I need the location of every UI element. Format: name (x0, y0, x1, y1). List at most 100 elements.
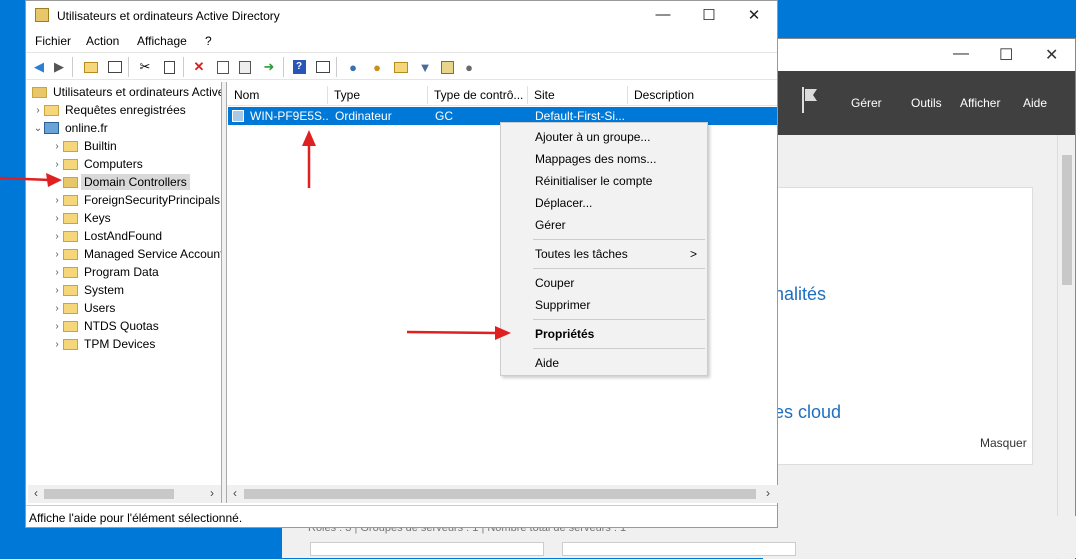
delete-icon[interactable]: ✕ (190, 58, 208, 76)
forward-arrow-icon[interactable]: ▶ (50, 58, 68, 76)
ctx-item-help[interactable]: Aide (535, 356, 559, 370)
cell-site: Default-First-Si... (535, 109, 626, 123)
tree-scroll-thumb[interactable] (44, 489, 174, 499)
filter-icon[interactable]: ▼ (416, 58, 434, 76)
sm-minimize-button[interactable]: — (953, 45, 969, 63)
sm-menu-help[interactable]: Aide (1023, 96, 1047, 110)
sm-hide-link[interactable]: Masquer (980, 436, 1027, 450)
tree-root[interactable]: Utilisateurs et ordinateurs Active (32, 83, 222, 101)
tree-item-managed-service-accounts[interactable]: › Managed Service Accounts (51, 245, 221, 263)
tree-label: Builtin (84, 139, 117, 153)
sm-scrollbar-thumb[interactable] (1062, 155, 1072, 285)
scroll-left-icon[interactable]: ‹ (28, 486, 44, 500)
tree-item-program-data[interactable]: › Program Data (51, 263, 221, 281)
ctx-item-name-mappings[interactable]: Mappages des noms... (535, 152, 656, 166)
back-arrow-icon[interactable]: ◀ (30, 58, 48, 76)
ctx-item-move[interactable]: Déplacer... (535, 196, 592, 210)
sm-scrollbar[interactable] (1057, 135, 1075, 559)
column-header-dc-type[interactable]: Type de contrô... (434, 88, 523, 102)
user-icon[interactable]: ● (344, 58, 362, 76)
list-hscrollbar[interactable]: ‹ › (227, 485, 778, 503)
column-divider[interactable] (427, 86, 428, 104)
tree-item-system[interactable]: › System (51, 281, 221, 299)
chevron-right-icon[interactable]: › (51, 285, 63, 296)
chevron-right-icon[interactable]: › (51, 339, 63, 350)
ctx-item-cut[interactable]: Couper (535, 276, 574, 290)
tree-item-ntds-quotas[interactable]: › NTDS Quotas (51, 317, 221, 335)
chevron-right-icon[interactable]: › (51, 195, 63, 206)
tree-label: Program Data (84, 265, 159, 279)
chevron-right-icon[interactable]: › (32, 105, 44, 116)
menu-fichier[interactable]: Fichier (35, 34, 71, 48)
menu-affichage[interactable]: Affichage (137, 34, 187, 48)
tree-item-domain-controllers[interactable]: Domain Controllers (51, 173, 221, 191)
chevron-right-icon[interactable]: › (51, 213, 63, 224)
sm-close-button[interactable]: ✕ (1045, 45, 1058, 65)
chevron-right-icon[interactable]: › (51, 159, 63, 170)
menu-action[interactable]: Action (86, 34, 119, 48)
chevron-right-icon[interactable]: › (51, 321, 63, 332)
tree-item-keys[interactable]: › Keys (51, 209, 221, 227)
column-divider[interactable] (627, 86, 628, 104)
menu-help[interactable]: ? (205, 34, 212, 48)
users-icon[interactable]: ● (368, 58, 386, 76)
toolbar-separator (72, 57, 73, 77)
tree-label: Utilisateurs et ordinateurs Active (53, 85, 222, 99)
column-divider[interactable] (327, 86, 328, 104)
tree-item-domain[interactable]: ⌄ online.fr (32, 119, 221, 137)
scroll-right-icon[interactable]: › (760, 486, 776, 500)
column-header-type[interactable]: Type (334, 88, 360, 102)
list-scroll-thumb[interactable] (244, 489, 756, 499)
chevron-right-icon[interactable]: › (51, 231, 63, 242)
chevron-right-icon[interactable]: › (51, 141, 63, 152)
chevron-right-icon[interactable]: › (51, 303, 63, 314)
help-icon[interactable]: ? (290, 58, 308, 76)
column-header-description[interactable]: Description (634, 88, 694, 102)
ctx-item-add-to-group[interactable]: Ajouter à un groupe... (535, 130, 650, 144)
ctx-item-all-tasks[interactable]: Toutes les tâches (535, 247, 628, 261)
chevron-down-icon[interactable]: ⌄ (32, 123, 44, 134)
ctx-item-properties[interactable]: Propriétés (535, 327, 594, 341)
flag-icon[interactable] (801, 87, 819, 113)
column-header-name[interactable]: Nom (234, 88, 259, 102)
maximize-button[interactable]: ☐ (699, 6, 719, 24)
export-icon[interactable]: ➜ (260, 58, 278, 76)
ctx-item-reset-account[interactable]: Réinitialiser le compte (535, 174, 652, 188)
sm-menu-manage[interactable]: Gérer (851, 96, 882, 110)
tree-item-saved-queries[interactable]: › Requêtes enregistrées (32, 101, 221, 119)
close-button[interactable]: ✕ (744, 6, 764, 24)
tree-item-computers[interactable]: › Computers (51, 155, 221, 173)
ctx-item-delete[interactable]: Supprimer (535, 298, 590, 312)
sm-tile-text-cloud[interactable]: es cloud (774, 402, 841, 423)
sm-menu-view[interactable]: Afficher (960, 96, 1000, 110)
column-divider[interactable] (527, 86, 528, 104)
tree-item-users[interactable]: › Users (51, 299, 221, 317)
ctx-item-manage[interactable]: Gérer (535, 218, 566, 232)
view-icon[interactable] (106, 58, 124, 76)
copy-icon[interactable] (160, 58, 178, 76)
tree-hscrollbar[interactable]: ‹ › (28, 485, 221, 503)
sm-tile-text-features[interactable]: nalités (774, 284, 826, 305)
tree-item-builtin[interactable]: › Builtin (51, 137, 221, 155)
tree-pane[interactable]: Utilisateurs et ordinateurs Active › Req… (28, 82, 222, 503)
sm-role-box (310, 542, 544, 556)
properties-icon[interactable] (214, 58, 232, 76)
find-icon[interactable] (438, 58, 456, 76)
chevron-right-icon[interactable]: › (51, 249, 63, 260)
scroll-right-icon[interactable]: › (204, 486, 220, 500)
refresh-icon[interactable] (236, 58, 254, 76)
tree-item-lost-and-found[interactable]: › LostAndFound (51, 227, 221, 245)
tree-item-foreign-security-principals[interactable]: › ForeignSecurityPrincipals (51, 191, 221, 209)
scroll-left-icon[interactable]: ‹ (227, 486, 243, 500)
console-icon[interactable] (314, 58, 332, 76)
sm-menu-tools[interactable]: Outils (911, 96, 942, 110)
cut-icon[interactable]: ✂ (136, 58, 154, 76)
chevron-right-icon[interactable]: › (51, 267, 63, 278)
sm-maximize-button[interactable]: ☐ (999, 45, 1013, 65)
tree-item-tpm-devices[interactable]: › TPM Devices (51, 335, 221, 353)
delegate-icon[interactable]: ● (460, 58, 478, 76)
minimize-button[interactable]: — (653, 6, 673, 23)
up-folder-icon[interactable] (82, 58, 100, 76)
group-icon[interactable] (392, 58, 410, 76)
column-header-site[interactable]: Site (534, 88, 555, 102)
